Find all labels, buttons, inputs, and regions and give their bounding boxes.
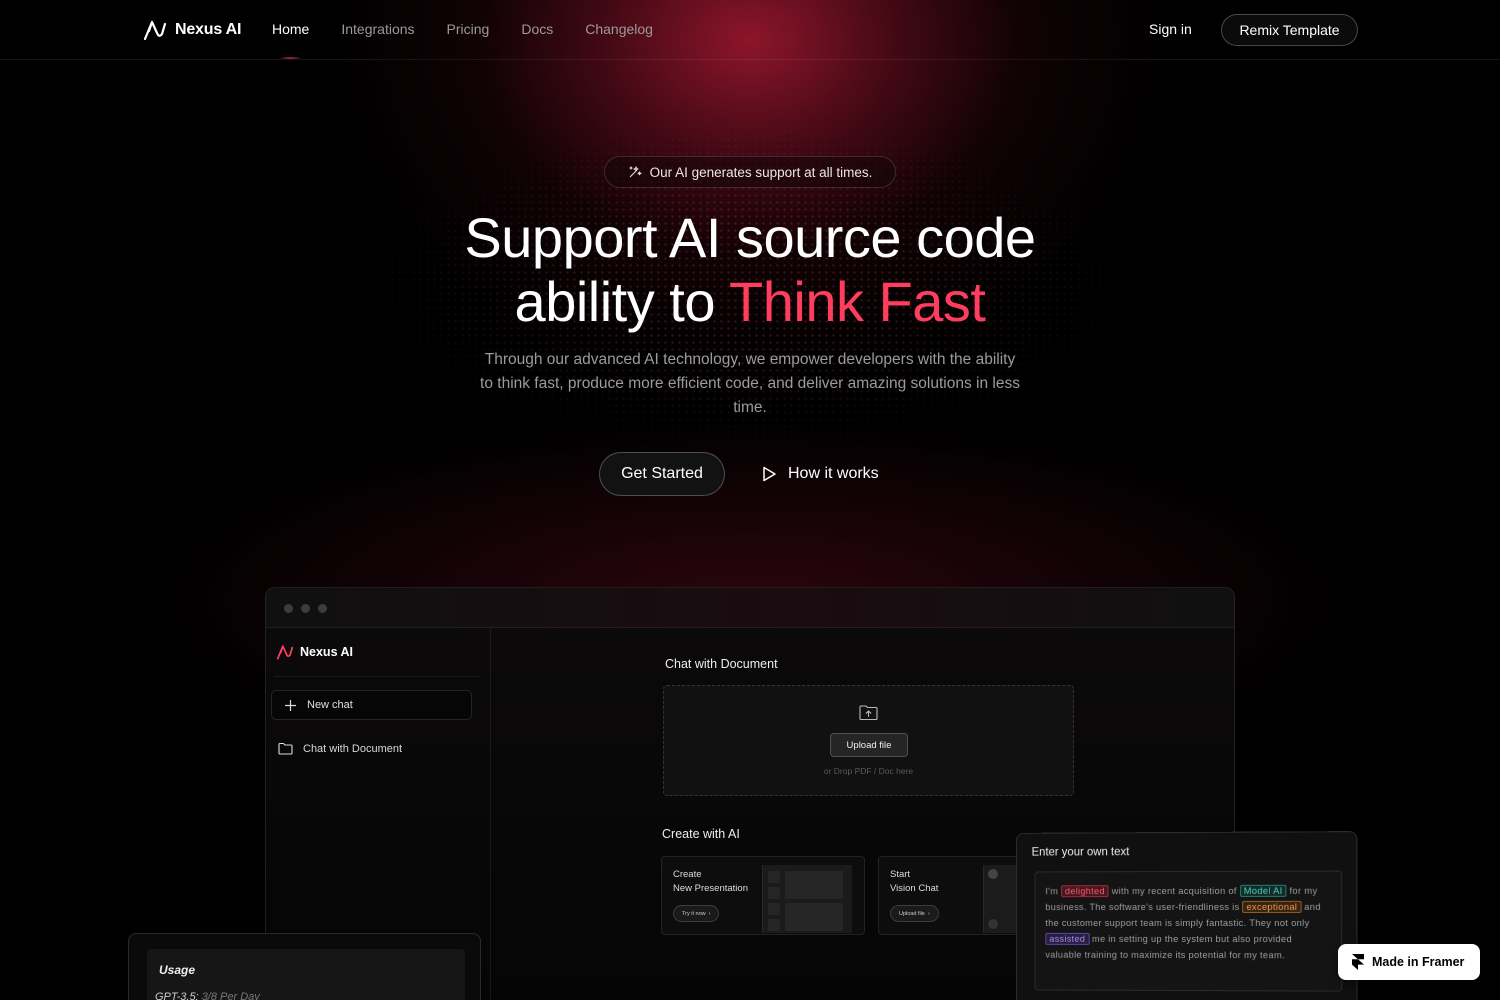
framer-badge-label: Made in Framer [1372,955,1465,969]
card-line1: Create [673,869,702,880]
usage-panel: Usage GPT-3.5: 3/8 Per Day [128,933,481,1000]
nav-link-docs[interactable]: Docs [521,21,553,37]
magic-wand-icon [629,166,642,178]
how-it-works-label: How it works [788,465,879,482]
remix-template-button[interactable]: Remix Template [1221,14,1358,46]
create-presentation-text: Create New Presentation [673,868,748,896]
thumb-block [785,871,843,899]
thumb-block [768,919,780,931]
window-titlebar [266,588,1234,628]
get-started-button[interactable]: Get Started [599,452,725,496]
usage-limit-value: 3/8 Per Day [201,991,260,1000]
thumb-block [768,903,780,915]
hero-title-line2: ability to Think Fast [0,270,1500,334]
brand-name: Nexus AI [175,21,242,38]
hero-title-prefix: ability to [514,270,730,333]
thumb-block [768,887,780,899]
nexus-logo-icon [276,645,294,660]
card-line2: New Presentation [673,883,748,894]
highlight-tag: Model AI [1239,884,1287,897]
vision-chat-card[interactable]: Start Vision Chat Upload file › [878,856,1028,935]
how-it-works-button[interactable]: How it works [760,452,879,496]
thumb-avatar [988,919,998,929]
nav-link-home[interactable]: Home [272,21,309,59]
play-icon [763,466,776,482]
announcement-text: Our AI generates support at all times. [649,164,873,180]
text-panel-title: Enter your own text [1031,846,1130,859]
new-chat-button[interactable]: New chat [271,690,472,720]
thumb-block [785,903,843,931]
sign-in-link[interactable]: Sign in [1149,21,1192,37]
text-input-panel: Enter your own text I'm delighted with m… [1015,831,1358,1000]
text-segment: I'm [1045,886,1061,897]
try-it-now-label: Try it now [682,910,706,917]
window-dot-close [284,604,293,613]
create-presentation-card[interactable]: Create New Presentation Try it now › [661,856,865,935]
thumb-block [768,871,780,883]
sidebar-item-label: Chat with Document [303,742,403,755]
plus-icon [285,699,296,711]
new-chat-label: New chat [307,699,353,711]
nav-links: Home Integrations Pricing Docs Changelog [272,21,653,59]
nav-link-pricing[interactable]: Pricing [447,21,490,37]
made-in-framer-badge[interactable]: Made in Framer [1338,944,1480,980]
nav-link-integrations[interactable]: Integrations [341,21,414,37]
card-line1: Start [890,869,911,880]
usage-title: Usage [159,963,196,977]
highlight-tag: exceptional [1242,900,1302,913]
text-segment: with my recent acquisition of [1108,885,1240,897]
folder-icon [278,742,293,755]
try-it-now-button[interactable]: Try it now › [673,905,720,922]
presentation-thumbnail [762,865,852,933]
highlight-tag: assisted [1045,932,1090,945]
card-line2: Vision Chat [890,883,939,894]
sidebar-item-chat-with-document[interactable]: Chat with Document [278,742,402,755]
usage-card: Usage GPT-3.5: 3/8 Per Day [147,949,465,1000]
vision-chat-text: Start Vision Chat [890,868,938,896]
vision-upload-button[interactable]: Upload file › [890,905,939,922]
usage-limit: GPT-3.5: 3/8 Per Day [155,991,260,1000]
document-dropzone[interactable]: Upload file or Drop PDF / Doc here [663,685,1074,796]
nav-link-changelog[interactable]: Changelog [585,21,653,37]
vision-upload-label: Upload file [899,910,925,917]
chevron-right-icon: › [928,910,930,917]
highlight-tag: delighted [1060,885,1109,898]
hero-title-line1: Support AI source code [464,206,1036,269]
sidebar-divider [274,676,480,677]
hero-subtitle: Through our advanced AI technology, we e… [480,351,1020,416]
drop-hint: or Drop PDF / Doc here [823,766,914,776]
sidebar-logo[interactable]: Nexus AI [276,644,353,660]
chat-with-document-title: Chat with Document [665,657,778,671]
text-input-area[interactable]: I'm delighted with my recent acquisition… [1034,870,1343,992]
window-dot-minimize [301,604,310,613]
top-nav: Nexus AI Home Integrations Pricing Docs … [0,0,1500,60]
chevron-right-icon: › [708,910,711,917]
usage-model: GPT-3.5: [155,991,199,1000]
nexus-logo-icon [143,20,167,41]
brand-logo[interactable]: Nexus AI [143,19,241,41]
upload-folder-icon [859,705,878,721]
announcement-pill: Our AI generates support at all times. [604,156,896,188]
create-with-ai-title: Create with AI [662,827,740,841]
window-dot-maximize [318,604,327,613]
upload-file-button[interactable]: Upload file [830,733,908,757]
hero-title-accent: Think Fast [729,270,986,333]
sidebar-brand-name: Nexus AI [300,645,354,659]
framer-icon [1352,954,1364,970]
thumb-avatar [988,869,998,879]
